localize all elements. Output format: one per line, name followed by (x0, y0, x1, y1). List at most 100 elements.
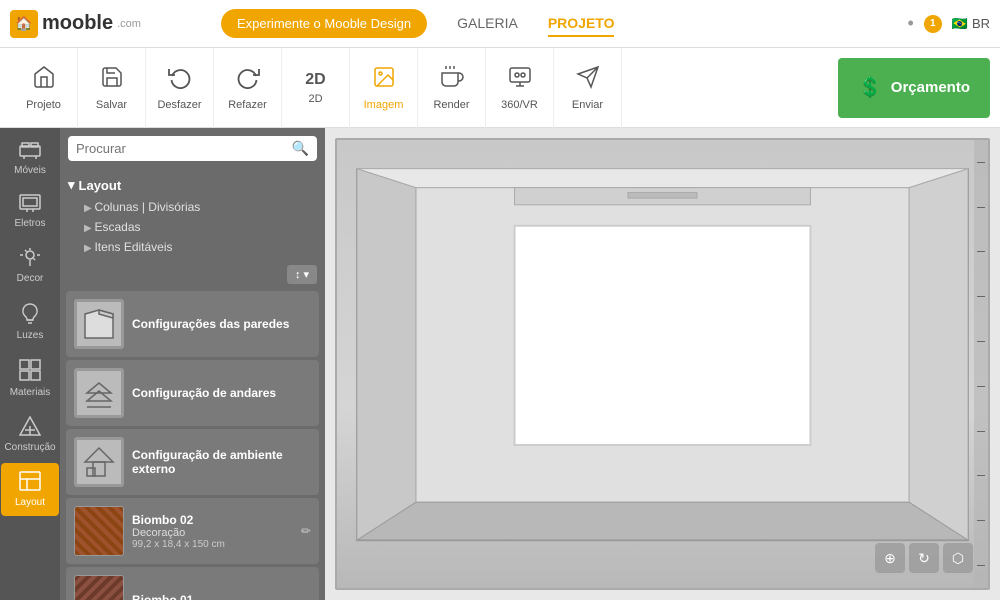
search-bar[interactable]: 🔍 (68, 136, 317, 161)
experiment-button[interactable]: Experimente o Mooble Design (221, 9, 427, 38)
item-thumbnail (74, 506, 124, 556)
biombo01-thumb (75, 576, 123, 600)
nav-tab-projeto[interactable]: PROJETO (548, 11, 615, 37)
salvar-icon (100, 65, 124, 95)
list-item[interactable]: Configuração de ambiente externo (66, 429, 319, 495)
search-input[interactable] (76, 141, 286, 156)
ruler-mark (977, 296, 985, 297)
item-info: Biombo 01 (132, 593, 311, 600)
list-item[interactable]: Biombo 01 (66, 567, 319, 600)
logo: 🏠 mooble .com (10, 10, 141, 38)
sidebar-decor-label: Decor (17, 273, 44, 284)
nav-rotate-button[interactable]: ↻ (909, 543, 939, 573)
toolbar-360vr-label: 360/VR (501, 99, 538, 111)
layout-icon (19, 471, 41, 494)
orcamento-button[interactable]: 💲 Orçamento (838, 58, 990, 118)
item-size: 99,2 x 18,4 x 150 cm (132, 539, 293, 550)
logo-icon: 🏠 (10, 10, 38, 38)
toolbar-imagem[interactable]: Imagem (350, 48, 418, 128)
sort-button[interactable]: ↕ ▾ (287, 265, 317, 284)
ruler-vertical (974, 140, 988, 588)
eletros-icon (19, 194, 41, 215)
tree-item-editaveis[interactable]: ▶ Itens Editáveis (68, 237, 317, 257)
toolbar-enviar[interactable]: Enviar (554, 48, 622, 128)
item-thumbnail (74, 437, 124, 487)
toolbar-360vr[interactable]: 360/VR (486, 48, 554, 128)
notification-badge: 1 (924, 15, 942, 33)
nav-3d-button[interactable]: ⬡ (943, 543, 973, 573)
list-item[interactable]: Biombo 02 Decoração 99,2 x 18,4 x 150 cm… (66, 498, 319, 564)
item-name: Biombo 01 (132, 593, 311, 600)
list-item[interactable]: Configurações das paredes (66, 291, 319, 357)
nav-move-button[interactable]: ⊕ (875, 543, 905, 573)
list-item[interactable]: Configuração de andares (66, 360, 319, 426)
toolbar-enviar-label: Enviar (572, 99, 603, 111)
item-thumbnail (74, 299, 124, 349)
tree-header: ▾ Layout (68, 173, 317, 197)
sidebar-item-moveis[interactable]: Móveis (1, 133, 59, 184)
ruler-mark (977, 251, 985, 252)
toolbar-refazer-label: Refazer (228, 99, 267, 111)
toolbar-desfazer-label: Desfazer (157, 99, 201, 111)
nav-tab-galeria[interactable]: GALERIA (457, 11, 518, 37)
desfazer-icon (168, 65, 192, 95)
sidebar-item-decor[interactable]: Decor (1, 239, 59, 292)
ruler-mark (977, 386, 985, 387)
sort-label: ▾ (303, 268, 309, 281)
toolbar-salvar[interactable]: Salvar (78, 48, 146, 128)
sidebar: Móveis Eletros Decor Lu (0, 128, 60, 600)
room-3d (337, 140, 988, 588)
biombo-thumb (75, 507, 123, 555)
ruler-mark (977, 565, 985, 566)
arrow-icon: ▶ (84, 243, 94, 254)
toolbar-render[interactable]: Render (418, 48, 486, 128)
sidebar-luzes-label: Luzes (17, 330, 44, 341)
materiais-icon (19, 359, 41, 384)
flag-button[interactable]: 🇧🇷 BR (952, 16, 990, 32)
sidebar-item-materiais[interactable]: Materiais (1, 351, 59, 406)
header-right: • 1 🇧🇷 BR (907, 13, 990, 34)
tree-section: ▾ Layout ▶ Colunas | Divisórias ▶ Escada… (60, 169, 325, 261)
sidebar-layout-label: Layout (15, 497, 45, 508)
360vr-icon (508, 65, 532, 95)
orcamento-label: Orçamento (891, 79, 970, 96)
canvas-inner: ⊕ ↻ ⬡ (335, 138, 990, 590)
2d-icon: 2D (305, 71, 325, 89)
header-dots: • (907, 13, 913, 34)
app-header: 🏠 mooble .com Experimente o Mooble Desig… (0, 0, 1000, 48)
render-icon (440, 65, 464, 95)
item-info: Configurações das paredes (132, 317, 311, 331)
arrow-icon: ▶ (84, 203, 94, 214)
tree-item-label: Colunas | Divisórias (94, 200, 200, 214)
tree-item-escadas[interactable]: ▶ Escadas (68, 217, 317, 237)
sidebar-item-construcao[interactable]: Construção (1, 408, 59, 461)
toolbar-2d[interactable]: 2D 2D (282, 48, 350, 128)
canvas-area[interactable]: ⊕ ↻ ⬡ (325, 128, 1000, 600)
sidebar-item-luzes[interactable]: Luzes (1, 294, 59, 349)
tree-item-label: Itens Editáveis (94, 240, 172, 254)
toolbar-desfazer[interactable]: Desfazer (146, 48, 214, 128)
toolbar-refazer[interactable]: Refazer (214, 48, 282, 128)
ruler-mark (977, 207, 985, 208)
item-list: Configurações das paredes Configuração d… (60, 288, 325, 600)
nav-tabs: GALERIA PROJETO (457, 11, 614, 37)
item-thumbnail (74, 575, 124, 600)
item-sub: Decoração (132, 527, 293, 539)
moveis-icon (19, 141, 41, 162)
sidebar-item-layout[interactable]: Layout (1, 463, 59, 516)
toolbar-projeto[interactable]: Projeto (10, 48, 78, 128)
flag-icon: 🇧🇷 (952, 16, 968, 32)
tree-header-label: Layout (79, 178, 122, 193)
edit-icon[interactable]: ✏ (301, 524, 311, 538)
imagem-icon (372, 65, 396, 95)
search-icon[interactable]: 🔍 (292, 140, 309, 157)
ruler-mark (977, 475, 985, 476)
tree-item-colunas[interactable]: ▶ Colunas | Divisórias (68, 197, 317, 217)
panel: 🔍 ▾ Layout ▶ Colunas | Divisórias ▶ Esca… (60, 128, 325, 600)
item-info: Configuração de ambiente externo (132, 448, 311, 476)
toolbar-imagem-label: Imagem (364, 99, 404, 111)
chevron-down-icon: ▾ (68, 177, 75, 193)
enviar-icon (576, 65, 600, 95)
sidebar-item-eletros[interactable]: Eletros (1, 186, 59, 237)
toolbar: Projeto Salvar Desfazer Refazer 2D 2D (0, 48, 1000, 128)
